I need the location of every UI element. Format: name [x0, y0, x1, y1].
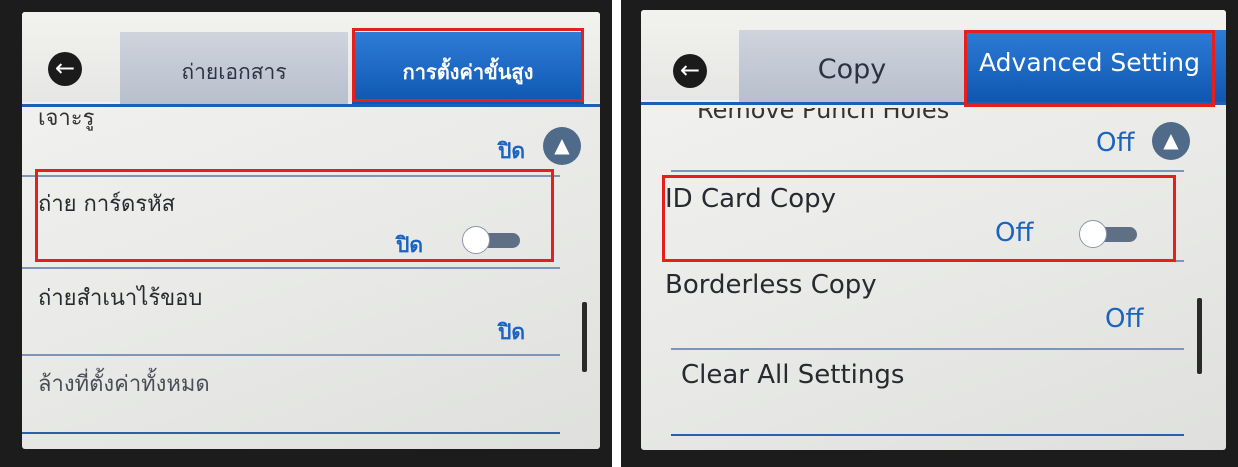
row-divider [671, 434, 1184, 436]
borderless-copy-value: Off [1105, 304, 1144, 334]
highlight-advanced-tab [964, 30, 1215, 107]
row-divider [671, 348, 1184, 350]
chevron-up-circle-icon: ▲ [554, 133, 570, 157]
row-divider [671, 170, 1184, 172]
row-divider [22, 354, 560, 356]
lcd-screen: ← ถ่ายเอกสาร การตั้งค่าขั้นสูง เจาะรู ปิ… [22, 12, 600, 449]
printer-screen-photo-english: ← Copy Advanced Setting Remove Punch Hol… [621, 0, 1238, 467]
row-divider [22, 267, 560, 269]
tab-copy[interactable]: ถ่ายเอกสาร [120, 32, 348, 106]
scrollbar[interactable] [1197, 298, 1202, 374]
highlight-advanced-tab [352, 28, 584, 102]
printer-screen-photo-thai: ← ถ่ายเอกสาร การตั้งค่าขั้นสูง เจาะรู ปิ… [0, 0, 612, 467]
scroll-up-button[interactable]: ▲ [543, 127, 581, 165]
remove-punch-holes-value: Off [1096, 128, 1135, 158]
highlight-id-card-row [662, 175, 1176, 262]
clear-all-settings-label[interactable]: Clear All Settings [681, 360, 904, 390]
arrow-left-circle-icon: ← [679, 56, 701, 84]
scroll-up-button[interactable]: ▲ [1152, 122, 1190, 160]
borderless-copy-value: ปิด [498, 320, 525, 344]
tab-underline [22, 104, 600, 107]
borderless-copy-label: Borderless Copy [665, 270, 877, 300]
highlight-id-card-row [35, 169, 554, 262]
chevron-up-circle-icon: ▲ [1163, 128, 1179, 152]
row-divider [22, 432, 560, 434]
back-button[interactable]: ← [673, 54, 707, 88]
scrollbar[interactable] [582, 302, 587, 372]
remove-punch-holes-value: ปิด [498, 139, 525, 163]
back-button[interactable]: ← [48, 52, 82, 86]
borderless-copy-label: ถ่ายสำเนาไร้ขอบ [38, 286, 203, 311]
arrow-left-circle-icon: ← [54, 54, 76, 82]
lcd-screen: ← Copy Advanced Setting Remove Punch Hol… [641, 10, 1226, 450]
tab-copy[interactable]: Copy [739, 30, 965, 104]
clear-all-settings-label[interactable]: ล้างที่ตั้งค่าทั้งหมด [38, 366, 210, 401]
